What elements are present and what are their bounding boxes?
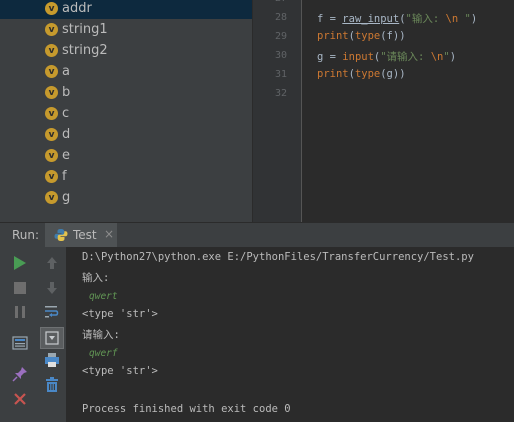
code-editor[interactable]: f = raw_input("输入: \n ") print(type(f)) … [302, 0, 514, 222]
stop-icon[interactable] [12, 280, 28, 296]
structure-item-label: f [62, 169, 67, 184]
console-output-line: <type 'str'> [82, 308, 158, 320]
trash-icon[interactable] [44, 377, 60, 393]
line-number: 28 [274, 12, 287, 23]
line-number: 29 [274, 31, 287, 42]
console-toolbar [38, 247, 66, 422]
console-output-line: <type 'str'> [82, 365, 158, 377]
console-output[interactable]: D:\Python27\python.exe E:/PythonFiles/Tr… [66, 247, 514, 422]
soft-wrap-icon[interactable] [44, 304, 60, 320]
dump-threads-icon[interactable] [12, 335, 28, 351]
line-number: 27 [253, 0, 287, 4]
scroll-to-end-icon[interactable] [40, 327, 64, 349]
code-token: "请输入: [380, 51, 431, 63]
variable-icon: v [45, 44, 58, 57]
structure-item-addr[interactable]: v addr [0, 0, 252, 19]
structure-item-label: g [62, 190, 71, 205]
code-line: print(type(f)) [317, 30, 406, 42]
run-tool-window-header: Run: Test × [0, 222, 514, 248]
pin-icon[interactable] [12, 366, 28, 382]
structure-item-label: a [62, 64, 70, 79]
code-token: print [317, 30, 349, 42]
rerun-icon[interactable] [12, 255, 28, 271]
console-exit-message: Process finished with exit code 0 [82, 403, 291, 415]
structure-item-c[interactable]: v c [0, 103, 252, 124]
code-token: \n [445, 13, 459, 25]
structure-item-label: b [62, 85, 71, 100]
structure-item-g[interactable]: v g [0, 187, 252, 208]
structure-item-label: c [62, 106, 70, 121]
variable-icon: v [45, 191, 58, 204]
code-token: "输入: [405, 13, 446, 25]
up-arrow-icon[interactable] [44, 255, 60, 271]
python-icon [54, 229, 68, 241]
code-token: " [458, 13, 471, 25]
line-number-gutter: 27 28 29 30 31 32 [253, 0, 301, 222]
code-token: input [342, 51, 374, 63]
line-number: 32 [274, 88, 287, 99]
line-number: 31 [274, 69, 287, 80]
run-tab-test[interactable]: Test × [45, 223, 117, 248]
console-user-input: qwerf [89, 348, 118, 359]
structure-item-a[interactable]: v a [0, 61, 252, 82]
variable-icon: v [45, 107, 58, 120]
variable-icon: v [45, 65, 58, 78]
code-token: g = [317, 51, 343, 63]
variable-icon: v [45, 149, 58, 162]
code-token: type [354, 68, 381, 80]
code-line: g = input("请输入: \n") [317, 49, 456, 64]
structure-item-string2[interactable]: v string2 [0, 40, 252, 61]
code-token: \n [430, 51, 444, 63]
code-line: f = raw_input("输入: \n ") [317, 11, 477, 26]
console-prompt: 输入: [82, 272, 110, 284]
code-token: (f)) [380, 30, 406, 42]
structure-panel: v addr v string1 v string2 v a v b v c v… [0, 0, 252, 222]
console-user-input: qwert [89, 291, 118, 302]
structure-item-label: string2 [62, 43, 108, 58]
structure-item-d[interactable]: v d [0, 124, 252, 145]
structure-item-label: e [62, 148, 70, 163]
code-token: raw_input [342, 13, 400, 25]
pause-icon[interactable] [12, 304, 28, 320]
code-token: f = [317, 13, 343, 25]
variable-icon: v [45, 86, 58, 99]
console-command-line: D:\Python27\python.exe E:/PythonFiles/Tr… [82, 251, 474, 263]
tab-close-icon[interactable]: × [104, 227, 114, 241]
run-toolbar [0, 247, 38, 422]
structure-item-f[interactable]: v f [0, 166, 252, 187]
code-line: print(type(g)) [317, 68, 406, 80]
code-token: ) [470, 13, 478, 25]
variable-icon: v [45, 23, 58, 36]
close-icon[interactable] [12, 391, 28, 407]
variable-icon: v [45, 170, 58, 183]
structure-item-e[interactable]: v e [0, 145, 252, 166]
variable-icon: v [45, 2, 58, 15]
structure-item-label: addr [62, 1, 92, 16]
structure-item-string1[interactable]: v string1 [0, 19, 252, 40]
structure-item-label: d [62, 127, 71, 142]
down-arrow-icon[interactable] [44, 280, 60, 296]
run-label: Run: [12, 228, 40, 242]
code-token: type [354, 30, 381, 42]
code-token: (g)) [380, 68, 406, 80]
code-token: print [317, 68, 349, 80]
console-prompt: 请输入: [82, 329, 120, 341]
line-number: 30 [274, 50, 287, 61]
print-icon[interactable] [44, 352, 60, 368]
structure-item-label: string1 [62, 22, 108, 37]
structure-item-b[interactable]: v b [0, 82, 252, 103]
variable-icon: v [45, 128, 58, 141]
tab-label: Test [73, 228, 97, 242]
code-token: ) [449, 51, 457, 63]
